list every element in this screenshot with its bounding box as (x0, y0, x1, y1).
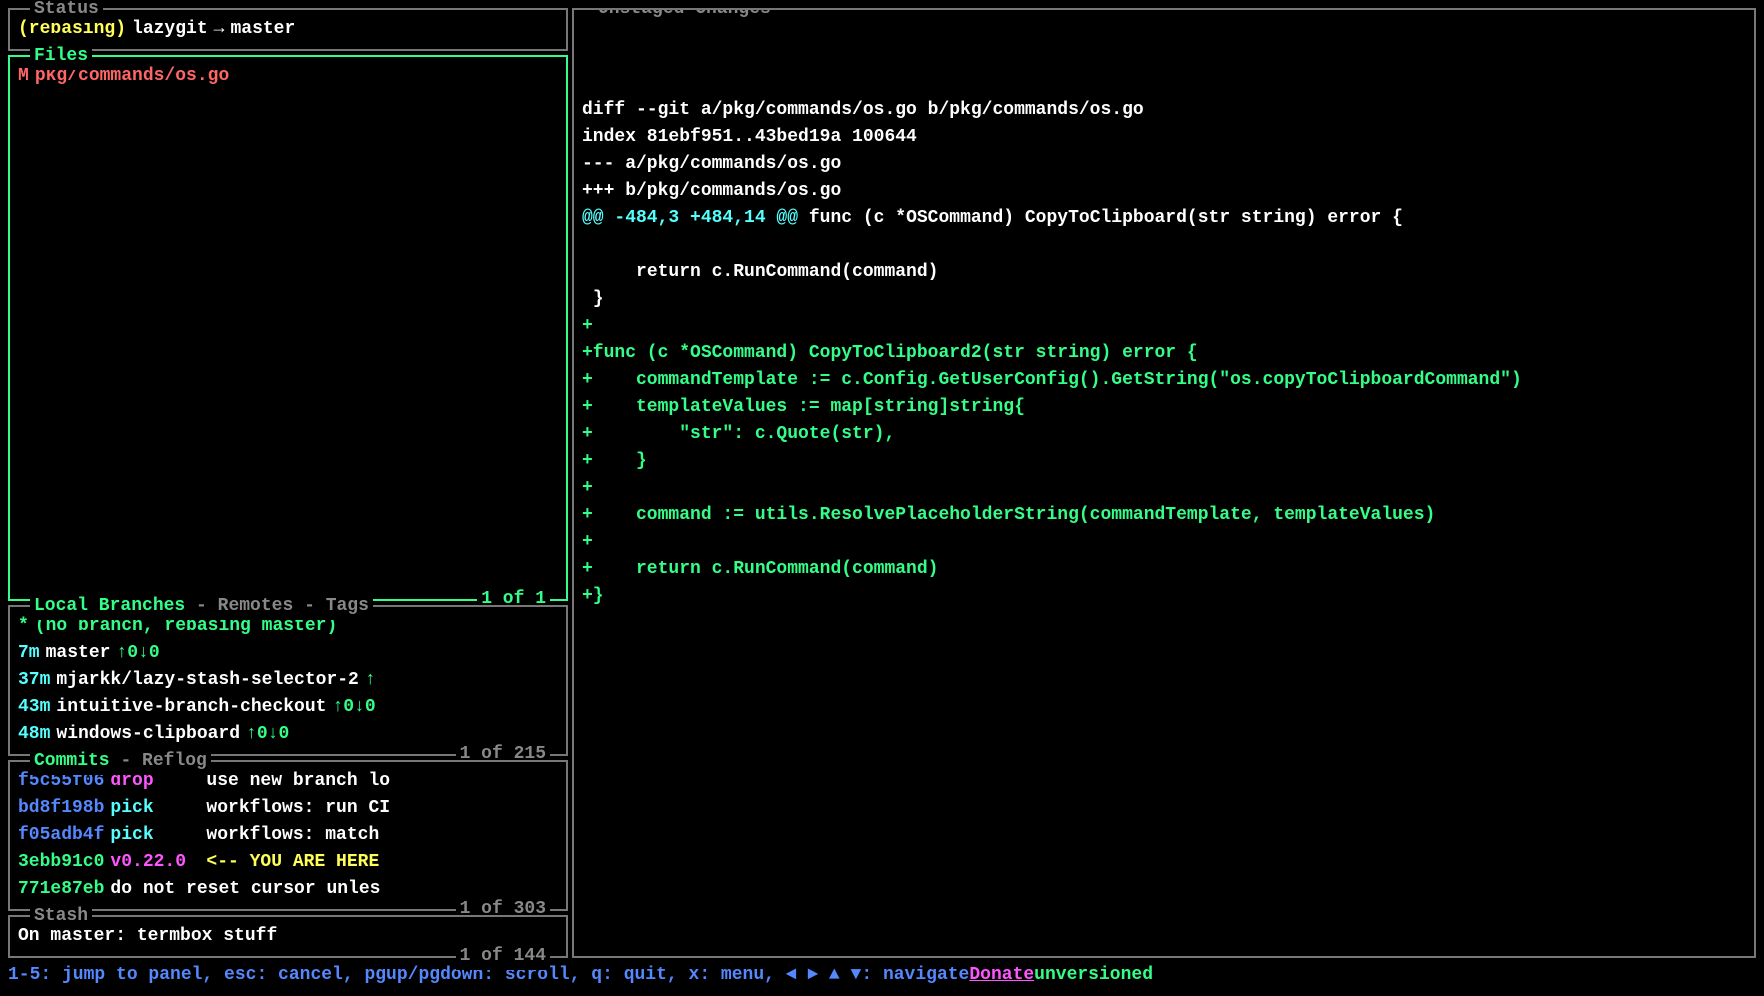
current-branch: master (230, 16, 295, 43)
status-title: Status (30, 0, 103, 23)
app-name: lazygit (132, 16, 208, 43)
diff-line[interactable]: + "str": c.Quote(str), (582, 421, 1746, 448)
diff-line[interactable]: + (582, 313, 1746, 340)
help-bar: 1-5: jump to panel, esc: cancel, pgup/pg… (8, 962, 1756, 989)
diff-line[interactable]: +} (582, 583, 1746, 610)
diff-line[interactable]: + templateValues := map[string]string{ (582, 394, 1746, 421)
file-item[interactable]: Mpkg/commands/os.go (18, 63, 558, 90)
diff-line[interactable]: +++ b/pkg/commands/os.go (582, 178, 1746, 205)
diff-line[interactable]: return c.RunCommand(command) (582, 259, 1746, 286)
app-layout: Status (rebasing) lazygit → master Files… (8, 8, 1756, 958)
branch-item[interactable]: 37m mjarkk/lazy-stash-selector-2 ↑ (18, 667, 558, 694)
tab-local-branches[interactable]: Local Branches (34, 596, 185, 616)
diff-line[interactable]: --- a/pkg/commands/os.go (582, 151, 1746, 178)
left-column: Status (rebasing) lazygit → master Files… (8, 8, 568, 958)
diff-line[interactable]: + return c.RunCommand(command) (582, 556, 1746, 583)
diff-line[interactable]: } (582, 286, 1746, 313)
branch-item[interactable]: 7m master ↑0↓0 (18, 640, 558, 667)
diff-content[interactable]: diff --git a/pkg/commands/os.go b/pkg/co… (582, 97, 1746, 610)
commit-item[interactable]: bd8f198bpickworkflows: run CI (18, 795, 558, 822)
stash-counter: 1 of 144 (456, 943, 550, 970)
tab-remotes[interactable]: Remotes (218, 596, 294, 616)
tab-commits[interactable]: Commits (34, 751, 110, 771)
tab-reflog[interactable]: Reflog (142, 751, 207, 771)
files-list[interactable]: Mpkg/commands/os.go (18, 63, 558, 90)
tab-tags[interactable]: Tags (326, 596, 369, 616)
files-panel[interactable]: Files Mpkg/commands/os.go 1 of 1 (8, 55, 568, 601)
commits-tabs: Commits - Reflog (30, 748, 211, 775)
diff-line[interactable]: + (582, 529, 1746, 556)
branches-panel[interactable]: Local Branches - Remotes - Tags *(no bra… (8, 605, 568, 756)
stash-title: Stash (30, 903, 92, 930)
commit-item[interactable]: 3ebb91c0v0.22.0<-- YOU ARE HERE (18, 849, 558, 876)
diff-line[interactable]: + commandTemplate := c.Config.GetUserCon… (582, 367, 1746, 394)
diff-panel[interactable]: Unstaged Changes diff --git a/pkg/comman… (572, 8, 1756, 958)
diff-line[interactable]: + (582, 475, 1746, 502)
diff-line[interactable]: + command := utils.ResolvePlaceholderStr… (582, 502, 1746, 529)
diff-line[interactable]: diff --git a/pkg/commands/os.go b/pkg/co… (582, 97, 1746, 124)
diff-line[interactable]: + } (582, 448, 1746, 475)
diff-line[interactable]: @@ -484,3 +484,14 @@ func (c *OSCommand)… (582, 205, 1746, 232)
commits-panel[interactable]: Commits - Reflog f5c55f06dropuse new bra… (8, 760, 568, 911)
branch-item[interactable]: 43m intuitive-branch-checkout ↑0↓0 (18, 694, 558, 721)
diff-title: Unstaged Changes (594, 8, 775, 23)
commits-list[interactable]: f5c55f06dropuse new branch lobd8f198bpic… (18, 768, 558, 903)
donate-link[interactable]: Donate (969, 962, 1034, 989)
diff-line[interactable] (582, 232, 1746, 259)
stash-panel[interactable]: Stash On master: termbox stuff 1 of 144 (8, 915, 568, 958)
diff-line[interactable]: +func (c *OSCommand) CopyToClipboard2(st… (582, 340, 1746, 367)
help-rest: unversioned (1034, 962, 1153, 989)
branches-list[interactable]: *(no branch, rebasing master)7m master ↑… (18, 613, 558, 748)
commit-item[interactable]: f05adb4fpickworkflows: match (18, 822, 558, 849)
branches-tabs: Local Branches - Remotes - Tags (30, 593, 373, 620)
right-column: Unstaged Changes diff --git a/pkg/comman… (572, 8, 1756, 958)
files-title: Files (30, 43, 92, 70)
arrow-icon: → (214, 16, 225, 43)
diff-line[interactable]: index 81ebf951..43bed19a 100644 (582, 124, 1746, 151)
